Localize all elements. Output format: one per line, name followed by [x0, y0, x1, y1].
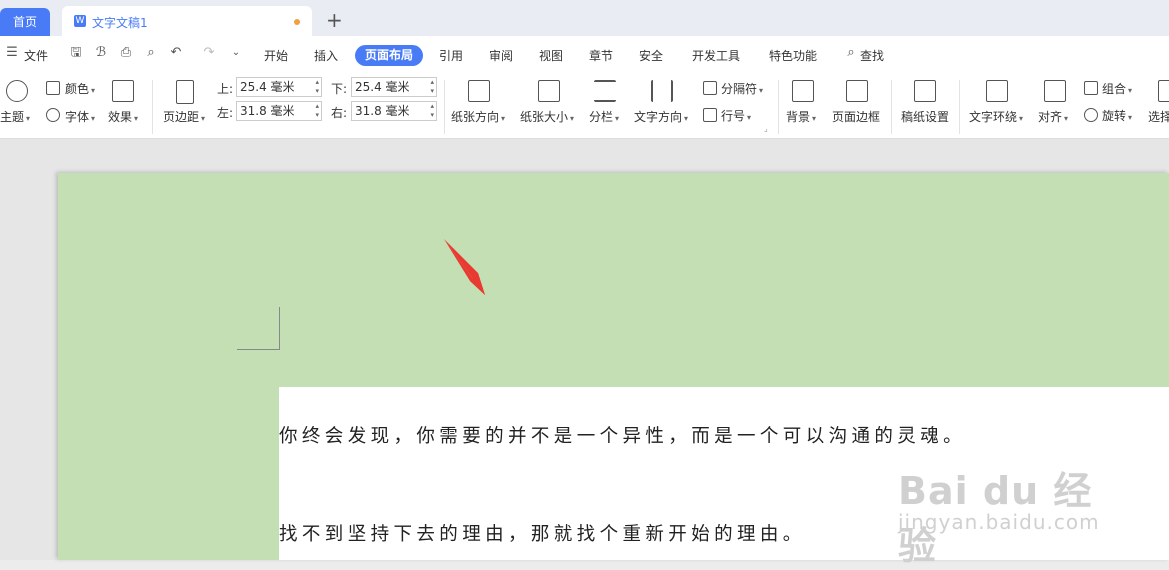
menu-file[interactable]: 文件 — [24, 47, 48, 64]
margin-right-input[interactable]: 31.8 毫米 ▴ ▾ — [351, 101, 437, 121]
menu-review[interactable]: 审阅 — [489, 47, 513, 64]
background-button[interactable]: 背景 ▾ — [786, 108, 816, 125]
theme-button[interactable]: 主题 ▾ — [0, 108, 30, 125]
text-wrap-icon[interactable] — [986, 80, 1008, 102]
color-button[interactable]: 颜色 ▾ — [65, 80, 95, 97]
tab-document-title: 文字文稿1 — [92, 16, 148, 30]
redo-icon[interactable]: ↷ — [201, 45, 217, 61]
margin-bottom-label: 下: — [331, 82, 348, 96]
menu-security[interactable]: 安全 — [639, 47, 663, 64]
dialog-launcher-icon[interactable]: ⌟ — [764, 124, 768, 133]
divider — [959, 80, 960, 134]
paper-size-icon[interactable] — [538, 80, 560, 102]
paragraph[interactable]: 你终会发现，你需要的并不是一个异性，而是一个可以沟通的灵魂。 — [279, 422, 966, 448]
margin-left-label: 左: — [217, 106, 234, 120]
columns-icon[interactable] — [594, 80, 616, 102]
menu-view[interactable]: 视图 — [539, 47, 563, 64]
rotate-icon[interactable] — [1084, 108, 1098, 122]
menu-bar: ☰ 文件 🖫 ℬ ⎙ ⌕ ↶ ↷ ⌄ 开始 插入 页面布局 引用 审阅 视图 章… — [0, 36, 1169, 75]
divider — [891, 80, 892, 134]
orientation-icon[interactable] — [468, 80, 490, 102]
background-icon[interactable] — [792, 80, 814, 102]
margin-corner-mark — [237, 349, 280, 350]
text-wrap-button[interactable]: 文字环绕 ▾ — [969, 108, 1023, 125]
margin-bottom-input[interactable]: 25.4 毫米 ▴ ▾ — [351, 77, 437, 97]
tab-document[interactable]: W 文字文稿1 — [62, 6, 312, 36]
menu-search[interactable]: 查找 — [860, 47, 884, 64]
format-painter-icon[interactable]: ℬ — [93, 45, 109, 61]
manuscript-button[interactable]: 稿纸设置 — [901, 108, 949, 125]
orientation-button[interactable]: 纸张方向 ▾ — [451, 108, 505, 125]
effect-button[interactable]: 效果 ▾ — [108, 108, 138, 125]
search-icon[interactable]: ⌕ — [843, 45, 859, 61]
line-numbers-icon[interactable] — [703, 108, 717, 122]
hamburger-icon[interactable]: ☰ — [4, 45, 20, 61]
effect-icon[interactable] — [112, 80, 134, 102]
save-icon[interactable]: 🖫 — [68, 45, 84, 61]
breaks-button[interactable]: 分隔符 ▾ — [721, 80, 763, 97]
paper-size-button[interactable]: 纸张大小 ▾ — [520, 108, 574, 125]
word-doc-icon: W — [74, 15, 86, 27]
undo-icon[interactable]: ↶ — [168, 45, 184, 61]
manuscript-icon[interactable] — [914, 80, 936, 102]
divider — [444, 80, 445, 134]
paragraph[interactable]: 找不到坚持下去的理由，那就找个重新开始的理由。 — [279, 520, 806, 546]
more-chevron-icon[interactable]: ⌄ — [228, 45, 244, 61]
menu-references[interactable]: 引用 — [439, 47, 463, 64]
rotate-button[interactable]: 旋转 ▾ — [1102, 107, 1132, 124]
theme-palette-icon[interactable] — [6, 80, 28, 102]
menu-section[interactable]: 章节 — [589, 47, 613, 64]
divider — [778, 80, 779, 134]
margins-icon[interactable] — [176, 80, 194, 104]
margin-corner-mark — [279, 307, 280, 349]
text-direction-button[interactable]: 文字方向 ▾ — [634, 108, 688, 125]
line-numbers-button[interactable]: 行号 ▾ — [721, 107, 751, 124]
select-button[interactable]: 选择 — [1148, 108, 1169, 125]
select-icon[interactable] — [1158, 80, 1169, 102]
breaks-icon[interactable] — [703, 81, 717, 95]
page-border-icon[interactable] — [846, 80, 868, 102]
font-button[interactable]: 字体 ▾ — [65, 108, 95, 125]
divider — [152, 80, 153, 134]
group-icon[interactable] — [1084, 81, 1098, 95]
menu-features[interactable]: 特色功能 — [769, 47, 817, 64]
menu-start[interactable]: 开始 — [264, 47, 288, 64]
page-border-button[interactable]: 页面边框 — [832, 108, 880, 125]
new-tab-button[interactable]: + — [326, 8, 343, 32]
align-button[interactable]: 对齐 ▾ — [1038, 108, 1068, 125]
font-theme-icon[interactable] — [46, 108, 60, 122]
ribbon-toolbar: 主题 ▾ 颜色 ▾ 字体 ▾ 效果 ▾ 页边距 ▾ 上: 25.4 毫米 ▴ ▾ 下: 25.… — [0, 74, 1169, 139]
margin-top-label: 上: — [217, 82, 234, 96]
menu-developer[interactable]: 开发工具 — [692, 47, 740, 64]
watermark: Bai du 经验 jingyan.baidu.com — [898, 440, 1128, 568]
tab-bar: 首页 W 文字文稿1 + — [0, 0, 1169, 36]
text-direction-icon[interactable] — [651, 80, 673, 102]
red-arrow-annotation — [444, 239, 485, 295]
print-icon[interactable]: ⎙ — [118, 45, 134, 61]
align-icon[interactable] — [1044, 80, 1066, 102]
color-icon[interactable] — [46, 81, 60, 95]
group-button[interactable]: 组合 ▾ — [1102, 80, 1132, 97]
columns-button[interactable]: 分栏 ▾ — [589, 108, 619, 125]
margin-right-label: 右: — [331, 106, 348, 120]
menu-page-layout[interactable]: 页面布局 — [355, 45, 423, 66]
unsaved-dot-icon — [294, 19, 300, 25]
watermark-url: jingyan.baidu.com — [898, 510, 1100, 534]
tab-home[interactable]: 首页 — [0, 8, 50, 36]
margin-left-input[interactable]: 31.8 毫米 ▴ ▾ — [236, 101, 322, 121]
margins-button[interactable]: 页边距 ▾ — [163, 108, 205, 125]
menu-insert[interactable]: 插入 — [314, 47, 338, 64]
print-preview-icon[interactable]: ⌕ — [143, 45, 159, 61]
margin-top-input[interactable]: 25.4 毫米 ▴ ▾ — [236, 77, 322, 97]
